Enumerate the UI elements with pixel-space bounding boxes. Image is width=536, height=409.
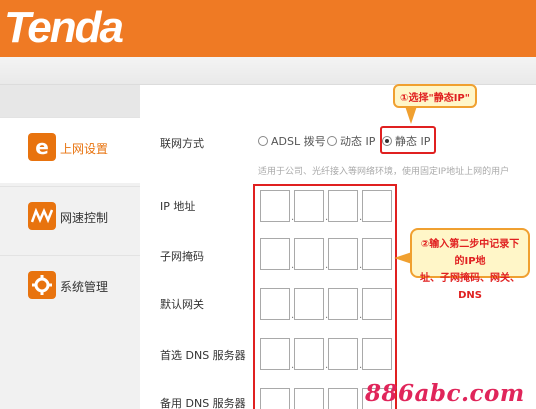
static-ip-highlight bbox=[380, 126, 436, 154]
ip-octet-input[interactable] bbox=[328, 388, 358, 409]
ip-octet-input[interactable] bbox=[294, 338, 324, 370]
sub-header-bar bbox=[0, 57, 536, 85]
connection-type-label: 联网方式 bbox=[160, 137, 204, 150]
site-watermark: 886abc.com bbox=[365, 380, 525, 407]
ip-octet-input[interactable] bbox=[362, 288, 392, 320]
ip-octet-input[interactable] bbox=[328, 338, 358, 370]
subnet-mask-input: . . . bbox=[260, 238, 394, 271]
ip-octet-input[interactable] bbox=[260, 288, 290, 320]
sidebar-item-label: 网速控制 bbox=[60, 211, 109, 225]
static-ip-hint: 适用于公司、光纤接入等网络环境，使用固定IP地址上网的用户 bbox=[258, 167, 510, 177]
gateway-label: 默认网关 bbox=[160, 298, 204, 311]
step1-callout: ①选择"静态IP" bbox=[393, 84, 477, 108]
ip-octet-input[interactable] bbox=[294, 388, 324, 409]
sidebar-item-speed-control[interactable]: 网速控制 bbox=[0, 186, 140, 252]
ie-icon: e bbox=[28, 133, 56, 161]
ip-octet-input[interactable] bbox=[362, 190, 392, 222]
ip-address-input: . . . bbox=[260, 190, 394, 223]
ip-octet-input[interactable] bbox=[362, 338, 392, 370]
radio-circle[interactable] bbox=[258, 136, 268, 146]
ip-octet-input[interactable] bbox=[260, 338, 290, 370]
sidebar-spacer bbox=[0, 85, 140, 117]
primary-dns-input: . . . bbox=[260, 338, 394, 371]
radio-adsl[interactable]: ADSL 拨号 bbox=[258, 132, 326, 150]
primary-dns-label: 首选 DNS 服务器 bbox=[160, 349, 246, 362]
ip-octet-input[interactable] bbox=[362, 238, 392, 270]
ip-octet-input[interactable] bbox=[328, 288, 358, 320]
header-bar: Tenda bbox=[0, 0, 536, 57]
router-admin-page: Tenda e 上网设置 网速控制 系统管理 联网方式 ADSL 拨号 动态 I… bbox=[0, 0, 536, 409]
ip-octet-input[interactable] bbox=[294, 238, 324, 270]
step2-line2: 址、子网掩码、网关、DNS bbox=[420, 273, 520, 301]
ip-octet-input[interactable] bbox=[260, 190, 290, 222]
radio-label: ADSL 拨号 bbox=[271, 135, 326, 148]
sidebar-item-label: 系统管理 bbox=[60, 280, 109, 294]
gear-icon bbox=[28, 271, 56, 299]
ip-octet-input[interactable] bbox=[294, 190, 324, 222]
gateway-input: . . . bbox=[260, 288, 394, 321]
step2-callout: ②输入第二步中记录下的IP地 址、子网掩码、网关、DNS bbox=[410, 228, 530, 301]
ip-octet-input[interactable] bbox=[260, 388, 290, 409]
radio-dynamic-ip[interactable]: 动态 IP bbox=[327, 132, 375, 150]
step2-line1: ②输入第二步中记录下的IP地 bbox=[420, 239, 520, 267]
radio-label: 动态 IP bbox=[340, 135, 376, 148]
speed-icon bbox=[28, 202, 56, 230]
ip-octet-input[interactable] bbox=[328, 190, 358, 222]
sidebar-item-label: 上网设置 bbox=[60, 142, 109, 156]
sidebar-item-system-management[interactable]: 系统管理 bbox=[0, 255, 140, 321]
ip-address-label: IP 地址 bbox=[160, 200, 196, 213]
ip-octet-input[interactable] bbox=[294, 288, 324, 320]
ip-octet-input[interactable] bbox=[328, 238, 358, 270]
tenda-logo: Tenda bbox=[4, 3, 125, 52]
svg-text:Tenda: Tenda bbox=[4, 3, 123, 52]
ip-octet-input[interactable] bbox=[260, 238, 290, 270]
subnet-mask-label: 子网掩码 bbox=[160, 250, 204, 263]
secondary-dns-label: 备用 DNS 服务器 bbox=[160, 397, 246, 409]
sidebar-item-internet-settings[interactable]: e 上网设置 bbox=[0, 117, 140, 183]
radio-circle[interactable] bbox=[327, 136, 337, 146]
callout-pointer bbox=[405, 106, 417, 124]
